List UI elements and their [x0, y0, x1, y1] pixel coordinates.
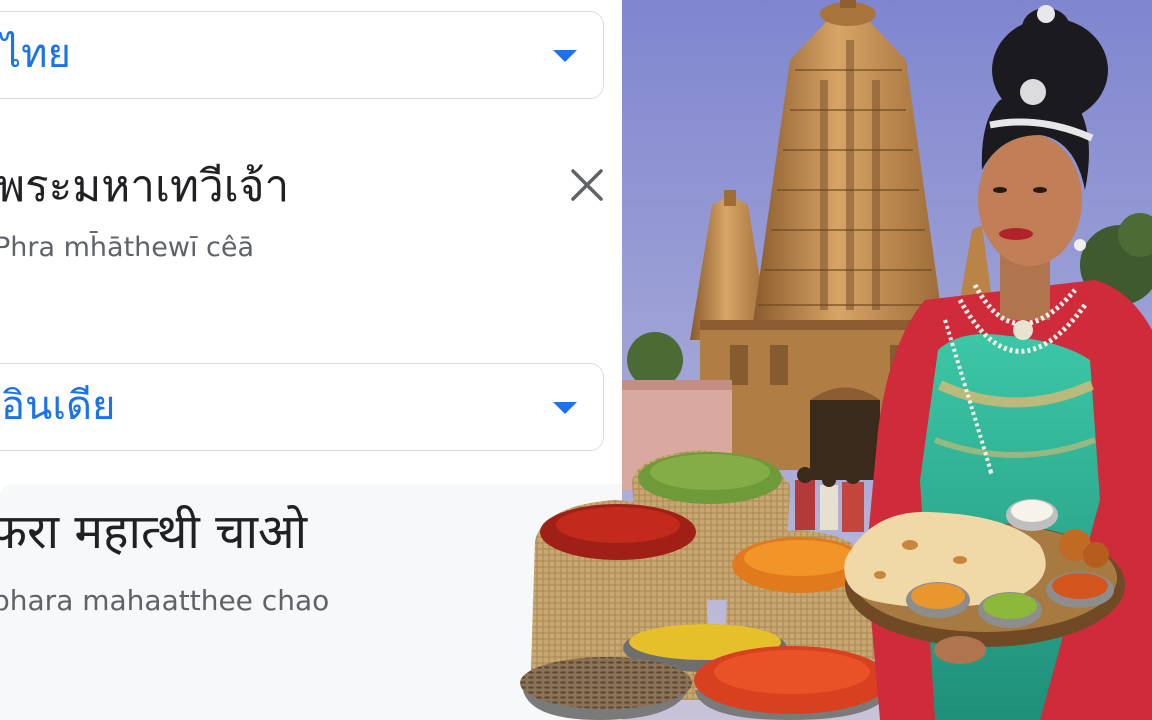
- translate-panel: ไทย พระมหาเทวีเจ้า Phra mh̄āthewī cêā อิ…: [0, 0, 622, 720]
- woman-in-sari: [866, 5, 1152, 720]
- target-language-label: อินเดีย: [1, 383, 116, 430]
- translated-romanization: phara mahaatthee chao: [0, 584, 330, 617]
- mahabodhi-temple: [622, 0, 992, 490]
- source-text[interactable]: พระมหาเทวีเจ้า: [0, 162, 289, 211]
- source-romanization: Phra mh̄āthewī cêā: [0, 232, 255, 263]
- food-platter: [844, 499, 1125, 664]
- target-language-select[interactable]: อินเดีย: [0, 363, 604, 451]
- source-language-select[interactable]: ไทย: [0, 11, 604, 99]
- chevron-down-icon[interactable]: [553, 50, 577, 62]
- sky-background: [622, 0, 1152, 720]
- crowd: [795, 467, 864, 532]
- close-icon: [571, 169, 603, 201]
- trees: [627, 213, 1152, 388]
- clear-button[interactable]: [566, 164, 608, 206]
- source-language-label: ไทย: [1, 31, 71, 78]
- chevron-down-icon[interactable]: [553, 402, 577, 414]
- translated-text: फरा महात्थी चाओ: [0, 504, 308, 560]
